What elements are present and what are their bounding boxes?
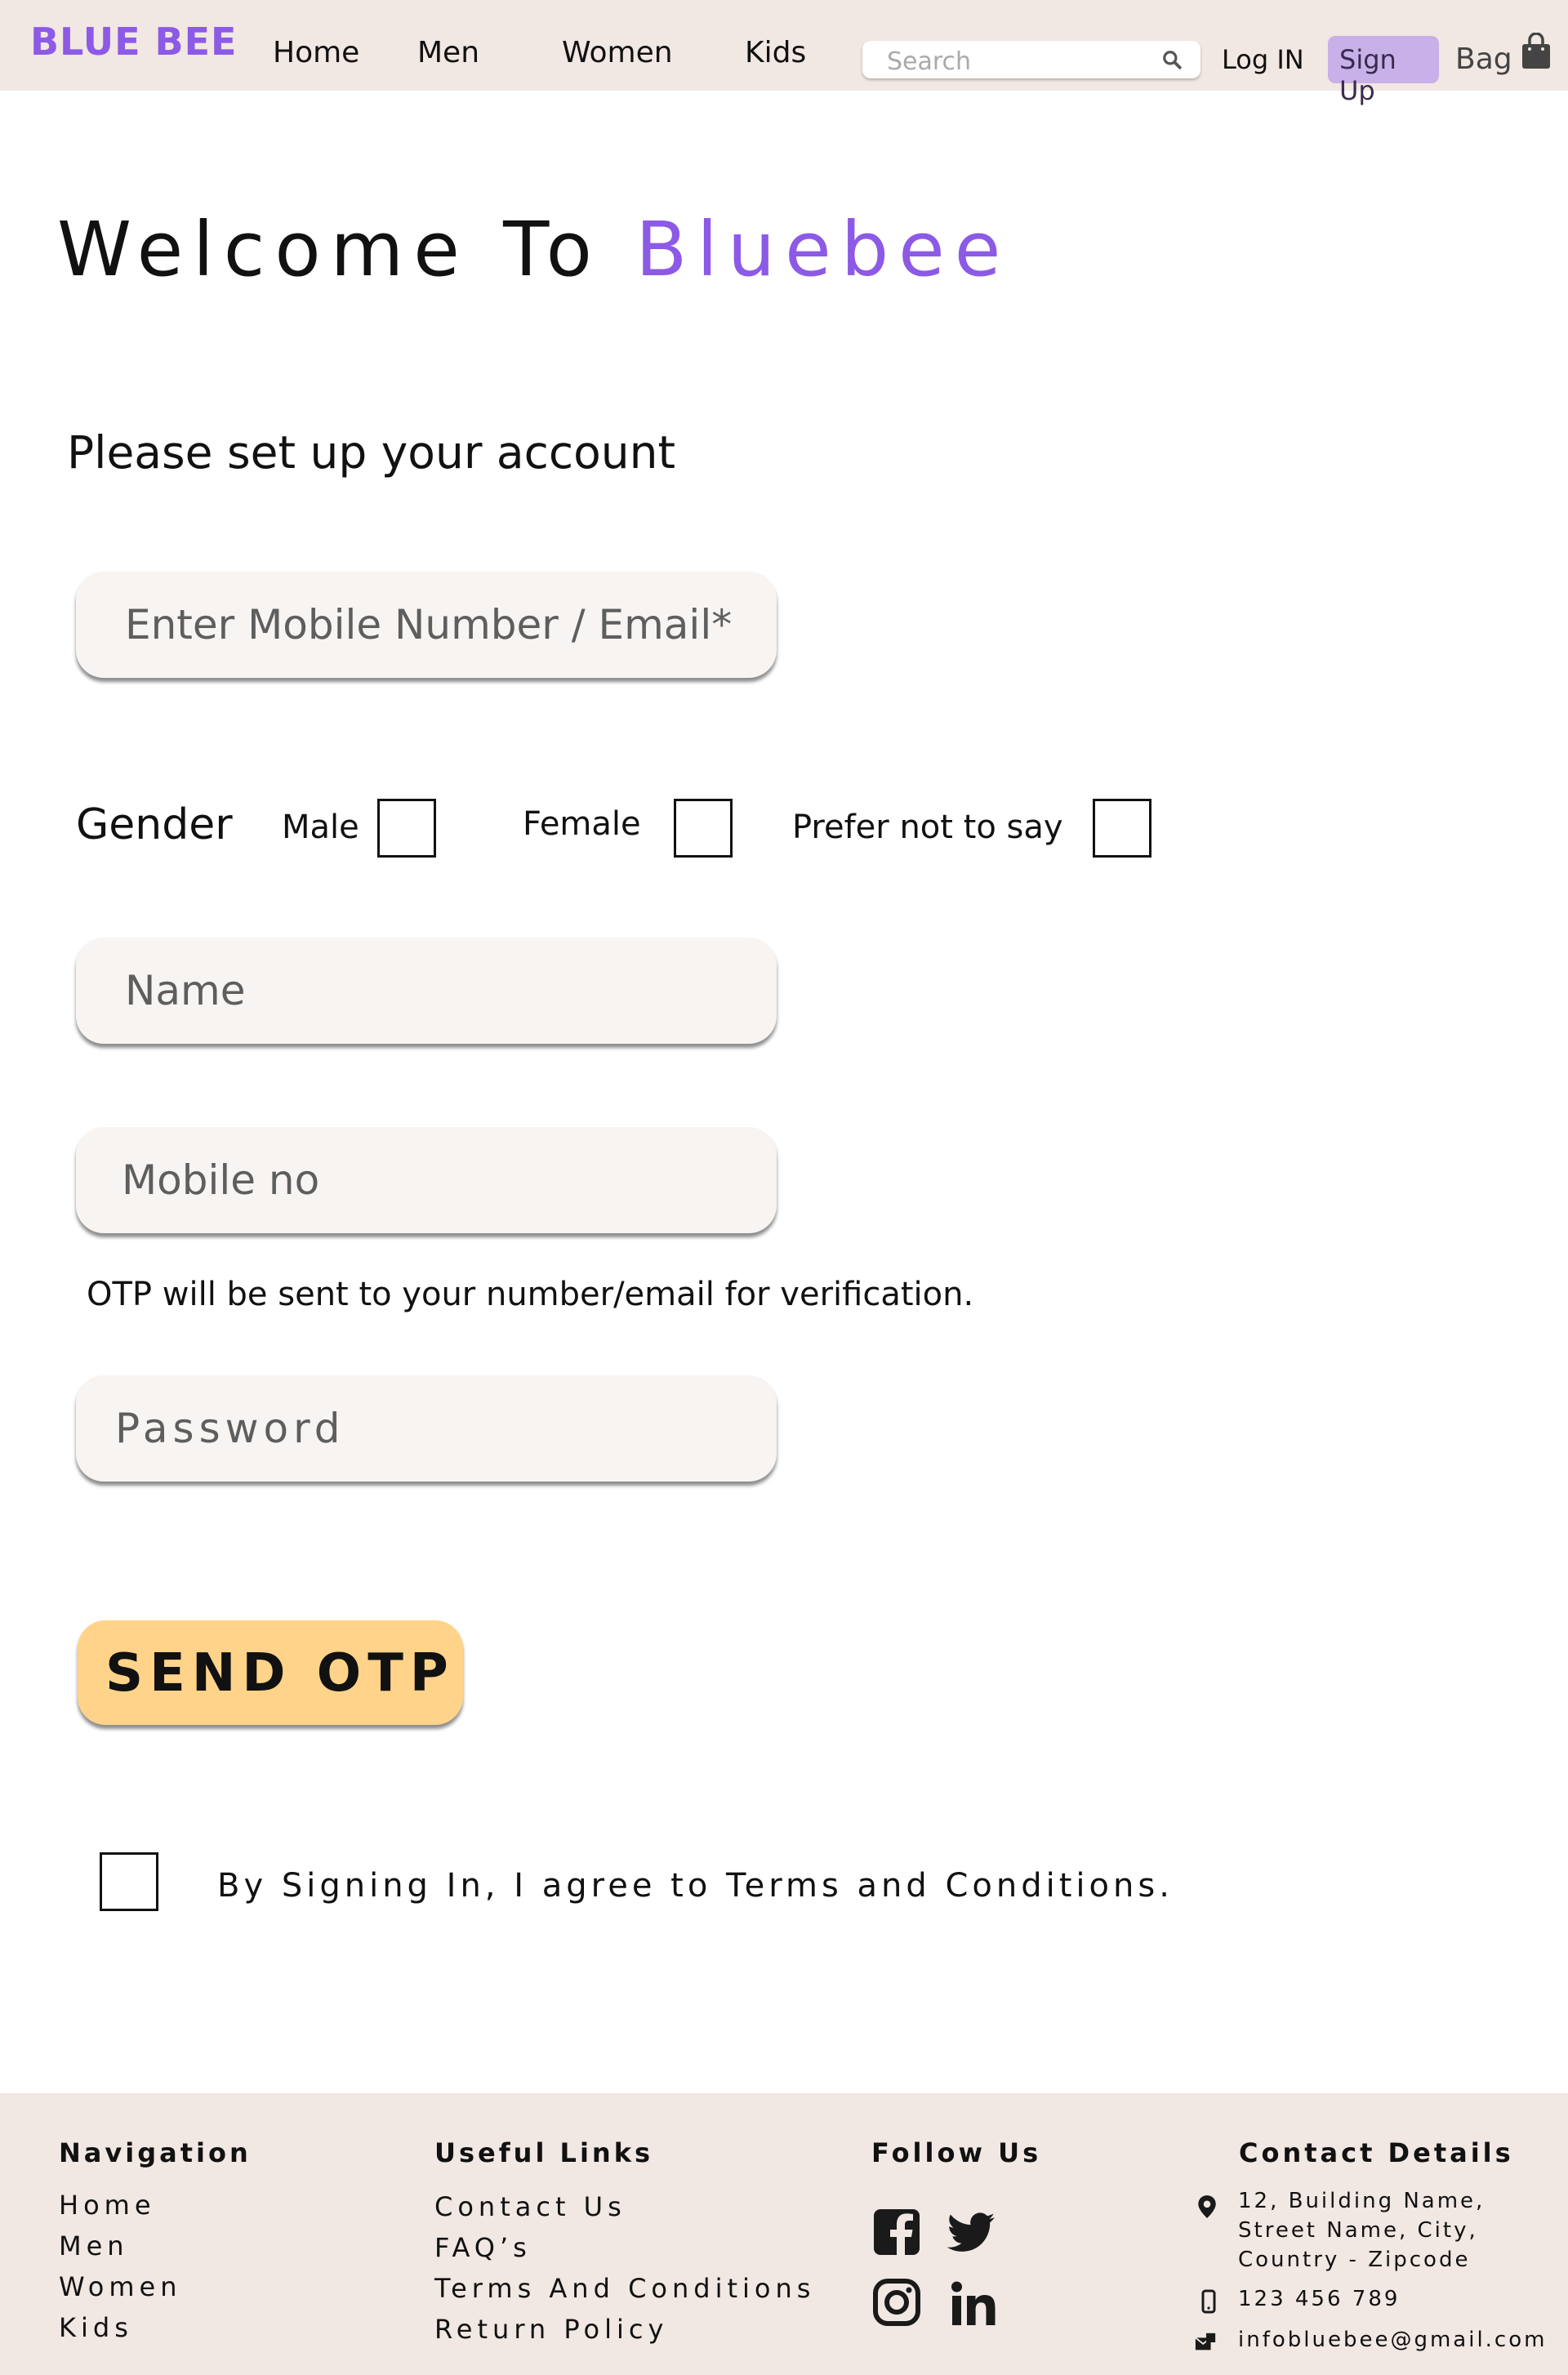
signup-label: Sign Up [1339,44,1396,106]
footer-useful-links-title: Useful Links [434,2137,654,2168]
location-pin-icon [1198,2195,1216,2218]
footer-link-faq[interactable]: FAQ’s [434,2232,532,2263]
send-otp-label: SEND OTP [105,1643,455,1704]
linkedin-icon[interactable] [947,2278,1000,2330]
footer: Navigation Home Men Women Kids Useful Li… [0,2093,1568,2375]
gender-label: Gender [76,800,233,849]
instagram-icon[interactable] [871,2276,923,2328]
phone-icon [1201,2289,1216,2314]
search-icon[interactable] [1161,49,1183,70]
twitter-icon[interactable] [946,2206,998,2258]
gender-prefer-not-label: Prefer not to say [792,809,1063,846]
title-prefix: Welcome To [57,206,602,293]
contact-email[interactable]: infobluebee@gmail.com [1238,2325,1547,2355]
nav-kids[interactable]: Kids [745,36,806,69]
password-field[interactable]: Password [76,1375,777,1482]
facebook-icon[interactable] [871,2206,923,2258]
mobile-email-field[interactable]: Enter Mobile Number / Email* [76,572,777,678]
title-accent: Bluebee [635,206,1011,293]
footer-link-women[interactable]: Women [59,2271,181,2302]
gender-male-label: Male [282,809,359,846]
signup-page: BLUE BEE Home Men Women Kids Search Log … [0,0,1568,2375]
otp-note: OTP will be sent to your number/email fo… [87,1276,974,1313]
footer-link-home[interactable]: Home [59,2190,156,2221]
footer-link-men[interactable]: Men [59,2230,129,2261]
footer-link-return-policy[interactable]: Return Policy [434,2314,668,2345]
terms-text[interactable]: By Signing In, I agree to Terms and Cond… [217,1867,1174,1905]
contact-address: 12, Building Name, Street Name, City, Co… [1238,2189,1486,2272]
password-placeholder: Password [115,1405,345,1452]
contact-phone: 123 456 789 [1238,2287,1401,2311]
mobile-placeholder: Mobile no [122,1156,320,1204]
search-input[interactable]: Search [862,41,1200,78]
gender-female-label: Female [523,805,641,843]
footer-follow-title: Follow Us [871,2137,1042,2168]
brand-logo[interactable]: BLUE BEE [30,20,237,64]
top-navbar: BLUE BEE Home Men Women Kids Search Log … [0,0,1568,106]
name-field[interactable]: Name [76,938,777,1044]
bag-link[interactable]: Bag [1455,42,1512,76]
login-link[interactable]: Log IN [1222,44,1304,75]
mobile-field[interactable]: Mobile no [76,1127,777,1233]
email-icon [1195,2333,1216,2350]
signup-button[interactable]: Sign Up [1328,36,1439,106]
nav-women[interactable]: Women [562,36,673,69]
shopping-bag-icon[interactable] [1520,33,1552,70]
gender-male-checkbox[interactable] [377,799,436,858]
page-subtitle: Please set up your account [67,426,676,479]
footer-contact-title: Contact Details [1239,2137,1514,2168]
nav-men[interactable]: Men [417,36,479,69]
page-title: Welcome To Bluebee [57,206,1010,293]
send-otp-button[interactable]: SEND OTP [78,1620,463,1725]
nav-home[interactable]: Home [273,36,359,69]
gender-female-checkbox[interactable] [674,799,733,858]
footer-link-contact[interactable]: Contact Us [434,2191,626,2222]
footer-navigation-title: Navigation [59,2137,252,2168]
name-placeholder: Name [125,967,246,1014]
gender-prefer-not-checkbox[interactable] [1093,799,1152,858]
footer-link-terms[interactable]: Terms And Conditions [434,2273,815,2304]
terms-checkbox[interactable] [100,1852,158,1911]
search-placeholder: Search [887,47,972,76]
mobile-email-placeholder: Enter Mobile Number / Email* [125,601,733,648]
footer-link-kids[interactable]: Kids [59,2312,133,2343]
